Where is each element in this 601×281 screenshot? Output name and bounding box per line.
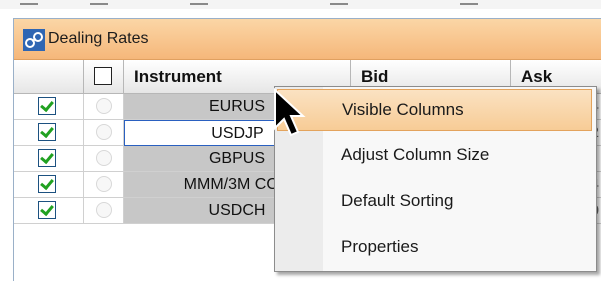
enabled-cell — [14, 172, 84, 198]
enabled-cell — [14, 198, 84, 224]
select-cell — [84, 120, 124, 146]
menu-item-label: Default Sorting — [341, 191, 454, 210]
toolbar-fragment — [460, 3, 478, 5]
row-enabled-checkbox[interactable] — [38, 201, 56, 219]
menu-item-properties[interactable]: Properties — [277, 227, 592, 269]
toolbar-fragment — [190, 3, 208, 5]
menu-item-label: Properties — [341, 237, 419, 256]
menu-item-visible-columns[interactable]: Visible Columns — [277, 89, 592, 131]
header-select-all[interactable] — [84, 60, 124, 94]
panel-title-bar[interactable]: Dealing Rates — [14, 19, 601, 60]
enabled-cell — [14, 94, 84, 120]
select-all-checkbox[interactable] — [94, 67, 112, 85]
enabled-cell — [14, 146, 84, 172]
menu-item-label: Visible Columns — [342, 100, 464, 119]
panel-title: Dealing Rates — [48, 30, 149, 47]
select-cell — [84, 172, 124, 198]
toolbar-fragment — [90, 3, 108, 5]
toolbar-fragment — [20, 3, 38, 5]
menu-item-default-sorting[interactable]: Default Sorting — [277, 181, 592, 223]
select-cell — [84, 146, 124, 172]
row-enabled-checkbox[interactable] — [38, 175, 56, 193]
dealing-rates-icon — [23, 29, 45, 51]
toolbar-fragment — [330, 3, 348, 5]
row-select-radio[interactable] — [96, 98, 112, 114]
header-enabled-column[interactable] — [14, 60, 84, 94]
row-select-radio[interactable] — [96, 202, 112, 218]
menu-item-label: Adjust Column Size — [341, 145, 490, 164]
row-select-radio[interactable] — [96, 176, 112, 192]
enabled-cell — [14, 120, 84, 146]
row-enabled-checkbox[interactable] — [38, 123, 56, 141]
row-select-radio[interactable] — [96, 124, 112, 140]
top-toolbar-strip — [0, 0, 601, 9]
row-enabled-checkbox[interactable] — [38, 97, 56, 115]
mouse-cursor-icon — [274, 88, 306, 137]
context-menu: Visible Columns Adjust Column Size Defau… — [274, 86, 597, 272]
menu-item-adjust-column-size[interactable]: Adjust Column Size — [277, 135, 592, 177]
select-cell — [84, 198, 124, 224]
row-enabled-checkbox[interactable] — [38, 149, 56, 167]
row-select-radio[interactable] — [96, 150, 112, 166]
select-cell — [84, 94, 124, 120]
